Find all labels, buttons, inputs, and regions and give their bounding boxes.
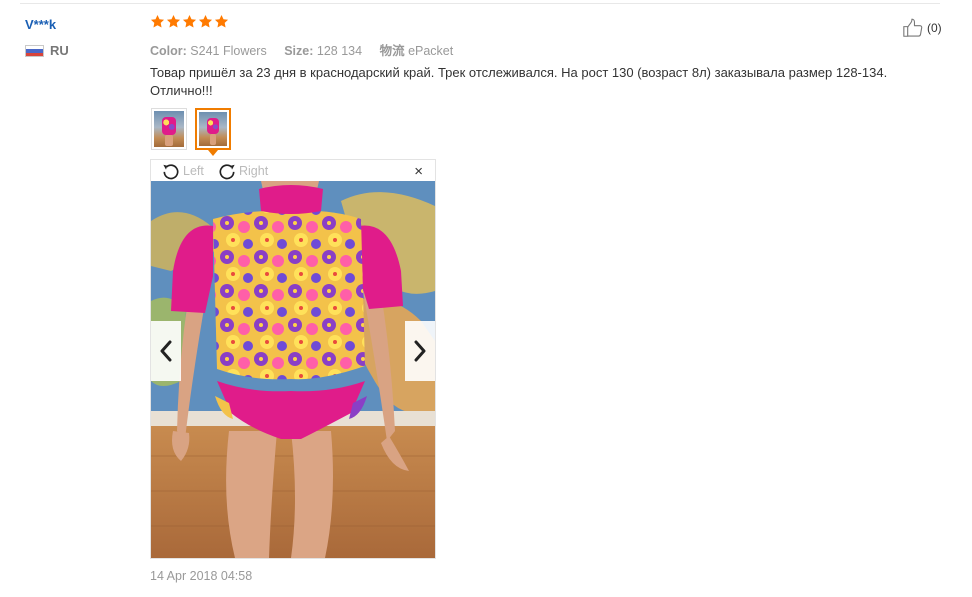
reviewer-name[interactable]: V***k (25, 17, 56, 32)
top-divider (20, 3, 940, 4)
order-attributes: Color: S241 Flowers Size: 128 134 物流 ePa… (150, 40, 467, 59)
rotate-left-button[interactable]: Left (161, 161, 204, 181)
russia-flag-icon (25, 45, 44, 57)
photo-thumbnails (151, 108, 231, 156)
star-rating (150, 14, 229, 29)
rotate-right-label: Right (239, 164, 269, 178)
previous-photo-button[interactable] (151, 321, 181, 381)
review-text: Товар пришёл за 23 дня в краснодарский к… (150, 65, 888, 98)
photo-thumbnail-2[interactable] (195, 108, 231, 156)
thumbs-up-icon[interactable] (902, 17, 924, 39)
rotate-right-icon (217, 161, 237, 181)
active-thumbnail-indicator (208, 150, 218, 156)
star-icon (150, 14, 165, 29)
rotate-left-label: Left (183, 164, 204, 178)
photo-viewer: Left Right × (150, 159, 436, 559)
chevron-right-icon (414, 340, 426, 362)
shipping-value: ePacket (408, 44, 454, 58)
photo-thumbnail-1[interactable] (151, 108, 187, 150)
close-icon[interactable]: × (414, 164, 423, 179)
star-icon (166, 14, 181, 29)
rotate-right-button[interactable]: Right (217, 161, 268, 181)
rotate-left-icon (161, 161, 181, 181)
review-photo (151, 181, 435, 558)
star-icon (198, 14, 213, 29)
viewer-toolbar: Left Right × (151, 160, 435, 181)
size-value: 128 134 (316, 44, 363, 58)
color-value: S241 Flowers (190, 44, 267, 58)
review-date: 14 Apr 2018 04:58 (150, 569, 253, 583)
next-photo-button[interactable] (405, 321, 435, 381)
size-label: Size: (284, 44, 314, 58)
helpful-button[interactable]: (0) (902, 17, 942, 39)
star-icon (214, 14, 229, 29)
star-icon (182, 14, 197, 29)
reviewer-country: RU (50, 43, 69, 58)
color-label: Color: (150, 44, 187, 58)
thumbnail-image (199, 112, 227, 146)
shipping-label: 物流 (379, 44, 405, 58)
helpful-count: (0) (927, 21, 942, 35)
chevron-left-icon (160, 340, 172, 362)
thumbnail-image (154, 111, 184, 147)
